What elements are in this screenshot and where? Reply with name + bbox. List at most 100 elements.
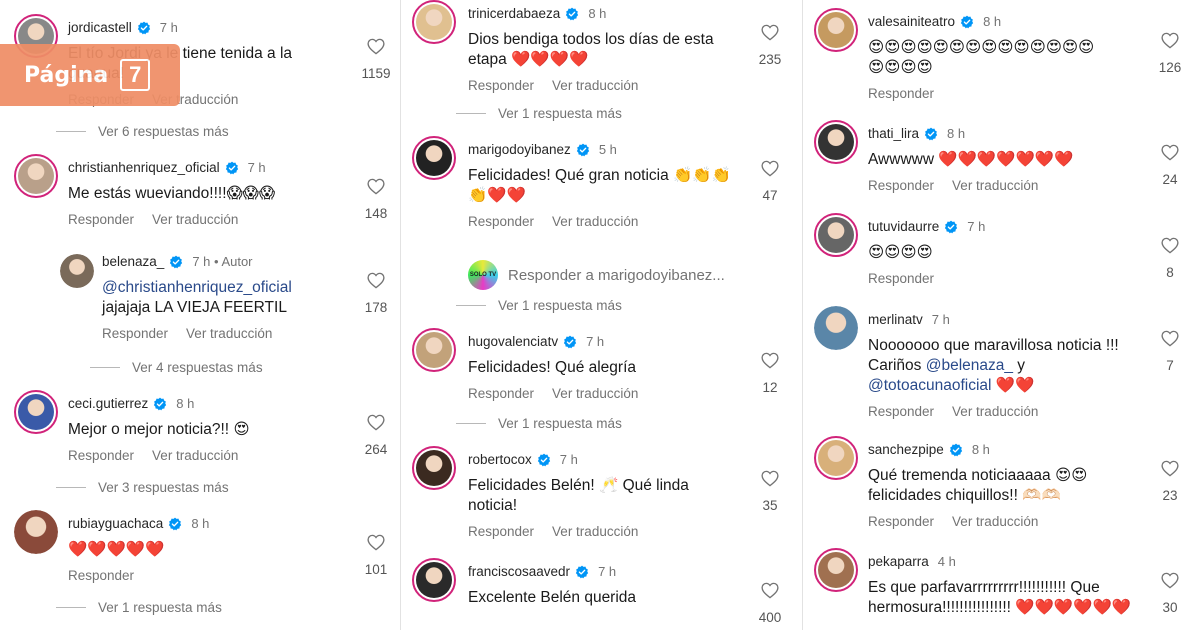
heart-icon[interactable] [761, 24, 779, 41]
like-button[interactable]: 148 [356, 178, 396, 221]
view-more-replies-button[interactable]: Ver 1 respuesta más [456, 106, 622, 121]
translate-button[interactable]: Ver traducción [952, 404, 1038, 419]
translate-button[interactable]: Ver traducción [552, 214, 638, 229]
username-link[interactable]: ceci.gutierrez [68, 396, 148, 411]
reply-button[interactable]: Responder [868, 86, 934, 101]
heart-icon[interactable] [761, 352, 779, 369]
reply-button[interactable]: Responder [468, 386, 534, 401]
username-link[interactable]: rubiayguachaca [68, 516, 163, 531]
view-more-replies-button[interactable]: Ver 3 respuestas más [56, 480, 229, 495]
like-button[interactable]: 178 [356, 272, 396, 315]
view-more-replies-button[interactable]: Ver 1 respuesta más [456, 298, 622, 313]
heart-icon[interactable] [367, 414, 385, 431]
translate-button[interactable]: Ver traducción [952, 514, 1038, 529]
avatar[interactable] [814, 120, 858, 164]
heart-icon[interactable] [1161, 460, 1179, 477]
heart-icon[interactable] [367, 178, 385, 195]
like-button[interactable]: 24 [1150, 144, 1190, 187]
username-link[interactable]: merlinatv [868, 312, 923, 327]
heart-icon[interactable] [1161, 32, 1179, 49]
translate-button[interactable]: Ver traducción [186, 326, 272, 341]
avatar[interactable] [14, 390, 58, 434]
translate-button[interactable]: Ver traducción [552, 386, 638, 401]
heart-icon[interactable] [1161, 330, 1179, 347]
view-more-replies-button[interactable]: Ver 1 respuesta más [56, 600, 222, 615]
avatar[interactable] [814, 436, 858, 480]
reply-button[interactable]: Responder [68, 448, 134, 463]
view-more-replies-label: Ver 3 respuestas más [98, 480, 229, 495]
username-link[interactable]: christianhenriquez_oficial [68, 160, 220, 175]
mention-link[interactable]: @belenaza_ [926, 357, 1013, 374]
view-more-replies-button[interactable]: Ver 4 respuestas más [90, 360, 263, 375]
mention-link[interactable]: @totoacunaoficial [868, 377, 991, 394]
like-button[interactable]: 47 [750, 160, 790, 203]
avatar[interactable] [412, 558, 456, 602]
avatar[interactable] [412, 328, 456, 372]
heart-icon[interactable] [1161, 237, 1179, 254]
heart-icon[interactable] [367, 534, 385, 551]
reply-button[interactable]: Responder [468, 78, 534, 93]
heart-icon[interactable] [761, 160, 779, 177]
translate-button[interactable]: Ver traducción [152, 448, 238, 463]
avatar[interactable] [814, 548, 858, 592]
view-more-replies-button[interactable]: Ver 1 respuesta más [456, 416, 622, 431]
reply-button[interactable]: Responder [468, 524, 534, 539]
translate-button[interactable]: Ver traducción [552, 78, 638, 93]
heart-icon[interactable] [367, 272, 385, 289]
avatar[interactable] [814, 306, 858, 350]
username-link[interactable]: thati_lira [868, 126, 919, 141]
avatar[interactable] [14, 510, 58, 554]
like-button[interactable]: 8 [1150, 237, 1190, 280]
reply-button[interactable]: Responder [868, 514, 934, 529]
username-link[interactable]: trinicerdabaeza [468, 6, 560, 21]
heart-icon[interactable] [1161, 572, 1179, 589]
reply-input-row[interactable]: SOLO TV Responder a marigodoyibanez... [468, 260, 725, 290]
translate-button[interactable]: Ver traducción [152, 212, 238, 227]
reply-button[interactable]: Responder [68, 568, 134, 583]
username-link[interactable]: hugovalenciatv [468, 334, 558, 349]
username-link[interactable]: franciscosaavedr [468, 564, 570, 579]
like-button[interactable]: 400 [750, 582, 790, 625]
avatar[interactable] [412, 0, 456, 44]
username-link[interactable]: belenaza_ [102, 254, 164, 269]
like-button[interactable]: 264 [356, 414, 396, 457]
reply-button[interactable]: Responder [868, 178, 934, 193]
heart-icon[interactable] [1161, 144, 1179, 161]
username-link[interactable]: valesainiteatro [868, 14, 955, 29]
heart-icon[interactable] [761, 470, 779, 487]
like-button[interactable]: 30 [1150, 572, 1190, 615]
username-link[interactable]: robertocox [468, 452, 532, 467]
mention-link[interactable]: @christianhenriquez_oficial [102, 279, 292, 296]
like-button[interactable]: 12 [750, 352, 790, 395]
username-link[interactable]: marigodoyibanez [468, 142, 571, 157]
avatar[interactable] [60, 254, 94, 288]
like-button[interactable]: 101 [356, 534, 396, 577]
reply-button[interactable]: Responder [102, 326, 168, 341]
username-link[interactable]: jordicastell [68, 20, 132, 35]
view-more-replies-button[interactable]: Ver 6 respuestas más [56, 124, 229, 139]
avatar[interactable] [412, 446, 456, 490]
avatar[interactable] [814, 213, 858, 257]
reply-button[interactable]: Responder [68, 212, 134, 227]
translate-button[interactable]: Ver traducción [552, 524, 638, 539]
like-button[interactable]: 7 [1150, 330, 1190, 373]
translate-button[interactable]: Ver traducción [952, 178, 1038, 193]
reply-button[interactable]: Responder [468, 214, 534, 229]
reply-to-label: Responder a marigodoyibanez... [508, 266, 725, 284]
like-count: 148 [364, 206, 388, 221]
like-button[interactable]: 126 [1150, 32, 1190, 75]
like-button[interactable]: 23 [1150, 460, 1190, 503]
heart-icon[interactable] [761, 582, 779, 599]
like-button[interactable]: 1159 [356, 38, 396, 81]
reply-button[interactable]: Responder [868, 404, 934, 419]
like-button[interactable]: 235 [750, 24, 790, 67]
reply-button[interactable]: Responder [868, 271, 934, 286]
avatar[interactable] [412, 136, 456, 180]
like-button[interactable]: 35 [750, 470, 790, 513]
avatar[interactable] [14, 154, 58, 198]
username-link[interactable]: tutuvidaurre [868, 219, 939, 234]
heart-icon[interactable] [367, 38, 385, 55]
avatar[interactable] [814, 8, 858, 52]
username-link[interactable]: pekaparra [868, 554, 929, 569]
username-link[interactable]: sanchezpipe [868, 442, 944, 457]
